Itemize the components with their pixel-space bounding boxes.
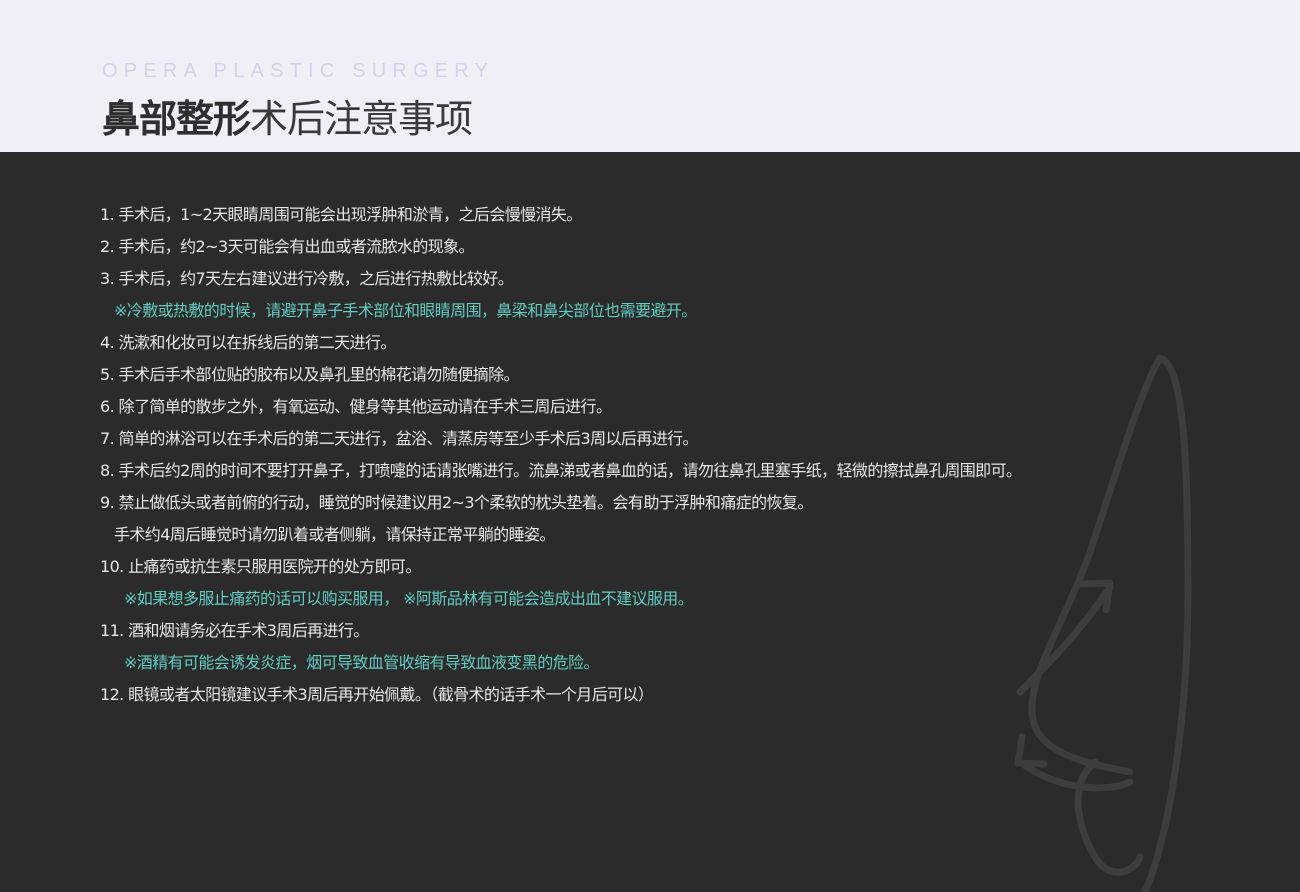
list-item: 2. 手术后，约2~3天可能会有出血或者流脓水的现象。: [100, 237, 475, 256]
brand-name: OPERA PLASTIC SURGERY: [102, 60, 495, 82]
page-header: OPERA PLASTIC SURGERY 鼻部整形术后注意事项: [0, 0, 1300, 152]
content-area: 1. 手术后，1~2天眼睛周围可能会出现浮肿和淤青，之后会慢慢消失。 2. 手术后…: [0, 152, 1300, 892]
list-item: 1. 手术后，1~2天眼睛周围可能会出现浮肿和淤青，之后会慢慢消失。: [100, 205, 582, 224]
list-item: 11. 酒和烟请务必在手术3周后再进行。: [100, 621, 369, 640]
list-item: 12. 眼镜或者太阳镜建议手术3周后再开始佩戴。（截骨术的话手术一个月后可以）: [100, 685, 654, 704]
title-light: 术后注意事项: [250, 97, 473, 141]
list-item: 5. 手术后手术部位贴的胶布以及鼻孔里的棉花请勿随便摘除。: [100, 365, 520, 384]
list-item: 9. 禁止做低头或者前俯的行动，睡觉的时候建议用2~3个柔软的枕头垫着。会有助于…: [100, 493, 813, 512]
list-item: 10. 止痛药或抗生素只服用医院开的处方即可。: [100, 557, 421, 576]
title-bold: 鼻部整形: [102, 97, 251, 141]
note-line: ※如果想多服止痛药的话可以购买服用， ※阿斯品林有可能会造成出血不建议服用。: [124, 589, 694, 608]
note-line: ※酒精有可能会诱发炎症，烟可导致血管收缩有导致血液变黑的危险。: [124, 653, 599, 672]
note-line: ※冷敷或热敷的时候，请避开鼻子手术部位和眼睛周围，鼻梁和鼻尖部位也需要避开。: [114, 301, 697, 320]
list-item: 3. 手术后，约7天左右建议进行冷敷，之后进行热敷比较好。: [100, 269, 514, 288]
list-item: 6. 除了简单的散步之外，有氧运动、健身等其他运动请在手术三周后进行。: [100, 397, 612, 416]
list-item: 7. 简单的淋浴可以在手术后的第二天进行，盆浴、清蒸房等至少手术后3周以后再进行…: [100, 429, 699, 448]
list-item: 8. 手术后约2周的时间不要打开鼻子，打喷嚏的话请张嘴进行。流鼻涕或者鼻血的话，…: [100, 461, 1022, 480]
list-item: 4. 洗漱和化妆可以在拆线后的第二天进行。: [100, 333, 396, 352]
page-title: 鼻部整形术后注意事项: [102, 88, 473, 143]
list-item: 手术约4周后睡觉时请勿趴着或者侧躺，请保持正常平躺的睡姿。: [114, 525, 555, 544]
precautions-list: 1. 手术后，1~2天眼睛周围可能会出现浮肿和淤青，之后会慢慢消失。 2. 手术后…: [100, 199, 1200, 711]
